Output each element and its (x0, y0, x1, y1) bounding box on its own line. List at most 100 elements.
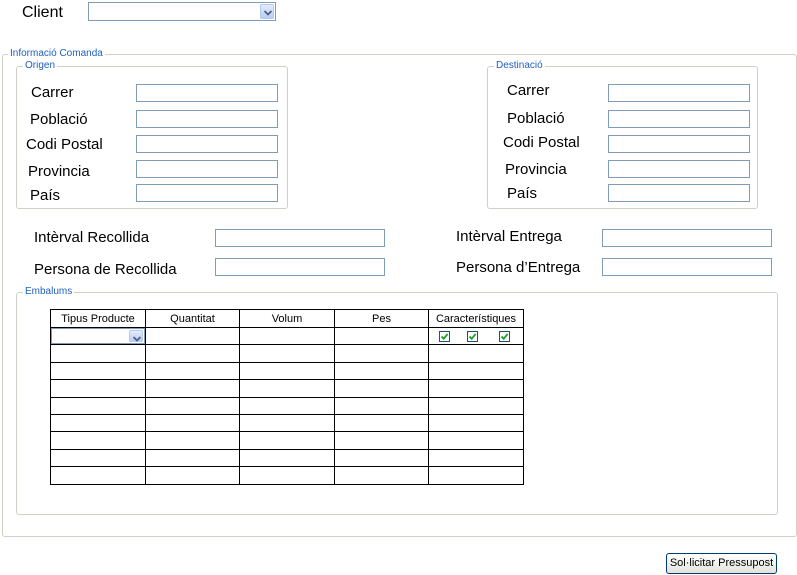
request-quote-button[interactable]: Sol·licitar Pressupost (666, 553, 777, 574)
destination-postal-input[interactable] (608, 135, 750, 153)
table-row (50, 326, 524, 346)
origin-country-input[interactable] (136, 184, 278, 202)
table-cell[interactable] (334, 344, 429, 363)
table-row (50, 431, 524, 450)
table-cell[interactable] (239, 466, 335, 485)
product-type-select[interactable] (51, 328, 145, 345)
table-cell[interactable] (428, 379, 524, 398)
pickup-interval-input[interactable] (215, 229, 385, 247)
table-cell[interactable] (334, 326, 429, 346)
destination-street-label: Carrer (507, 82, 550, 99)
client-select[interactable] (88, 2, 276, 21)
table-cell[interactable] (239, 344, 335, 363)
table-cell[interactable] (334, 413, 429, 433)
destination-postal-label: Codi Postal (503, 134, 580, 151)
table-cell[interactable] (334, 448, 429, 468)
order-info-legend: Informació Comanda (8, 48, 105, 60)
table-cell[interactable] (239, 361, 335, 381)
destination-city-input[interactable] (608, 110, 750, 128)
delivery-interval-label: Intèrval Entrega (456, 228, 562, 245)
origin-country-label: País (30, 187, 61, 204)
table-cell[interactable] (428, 396, 524, 415)
feature-checkbox[interactable] (439, 331, 450, 342)
column-header-weight: Pes (334, 309, 429, 328)
table-row (50, 396, 524, 415)
table-row (50, 466, 524, 485)
table-cell[interactable] (334, 396, 429, 415)
table-cell[interactable] (428, 326, 524, 346)
destination-province-input[interactable] (608, 160, 750, 178)
origin-province-input[interactable] (136, 160, 278, 178)
table-cell[interactable] (239, 396, 335, 415)
table-cell[interactable] (239, 431, 335, 450)
feature-checkbox[interactable] (467, 331, 478, 342)
checkmark-icon (468, 333, 477, 341)
table-cell[interactable] (145, 448, 240, 468)
column-header-quantity: Quantitat (145, 309, 240, 328)
table-cell[interactable] (239, 379, 335, 398)
table-cell[interactable] (50, 344, 146, 363)
chevron-down-icon[interactable] (129, 330, 143, 343)
checkmark-icon (500, 333, 509, 341)
table-cell[interactable] (145, 344, 240, 363)
table-cell[interactable] (428, 344, 524, 363)
table-cell[interactable] (50, 413, 146, 433)
table-cell[interactable] (428, 466, 524, 485)
origin-street-label: Carrer (31, 84, 74, 101)
table-cell[interactable] (145, 361, 240, 381)
table-cell[interactable] (145, 396, 240, 415)
checkmark-icon (440, 333, 449, 341)
chevron-down-icon[interactable] (260, 4, 274, 19)
table-row (50, 361, 524, 381)
table-cell[interactable] (239, 448, 335, 468)
table-cell[interactable] (239, 326, 335, 346)
table-row (50, 344, 524, 363)
origin-street-input[interactable] (136, 84, 278, 102)
table-cell[interactable] (145, 431, 240, 450)
feature-checkbox[interactable] (499, 331, 510, 342)
table-cell[interactable] (145, 466, 240, 485)
origin-postal-label: Codi Postal (26, 136, 103, 153)
table-row (50, 448, 524, 468)
table-cell[interactable] (50, 379, 146, 398)
table-cell[interactable] (428, 431, 524, 450)
table-cell[interactable] (145, 326, 240, 346)
table-cell[interactable] (50, 466, 146, 485)
column-header-volume: Volum (239, 309, 335, 328)
destination-country-input[interactable] (608, 184, 750, 202)
origin-postal-input[interactable] (136, 135, 278, 153)
table-cell[interactable] (428, 413, 524, 433)
destination-city-label: Població (507, 110, 565, 127)
origin-legend: Origen (23, 60, 58, 72)
table-cell[interactable] (50, 396, 146, 415)
table-cell[interactable] (145, 413, 240, 433)
packages-legend: Embalums (23, 286, 75, 298)
delivery-person-label: Persona d’Entrega (456, 259, 581, 276)
table-cell[interactable] (334, 361, 429, 381)
table-cell[interactable] (428, 448, 524, 468)
delivery-person-input[interactable] (602, 258, 772, 276)
destination-country-label: País (507, 185, 538, 202)
table-cell[interactable] (50, 326, 146, 346)
column-header-features: Característiques (428, 309, 524, 328)
table-cell[interactable] (334, 466, 429, 485)
table-row (50, 413, 524, 433)
destination-street-input[interactable] (608, 84, 750, 102)
table-cell[interactable] (428, 361, 524, 381)
table-cell[interactable] (334, 431, 429, 450)
table-cell[interactable] (50, 448, 146, 468)
table-cell[interactable] (145, 379, 240, 398)
column-header-product-type: Tipus Producte (50, 309, 146, 328)
table-cell[interactable] (50, 361, 146, 381)
destination-province-label: Provincia (505, 161, 567, 178)
pickup-person-input[interactable] (215, 258, 385, 276)
origin-city-input[interactable] (136, 110, 278, 128)
table-cell[interactable] (239, 413, 335, 433)
table-row (50, 379, 524, 398)
table-cell[interactable] (334, 379, 429, 398)
delivery-interval-input[interactable] (602, 229, 772, 247)
origin-province-label: Provincia (28, 163, 90, 180)
origin-city-label: Població (30, 111, 88, 128)
pickup-interval-label: Intèrval Recollida (34, 229, 150, 246)
table-cell[interactable] (50, 431, 146, 450)
